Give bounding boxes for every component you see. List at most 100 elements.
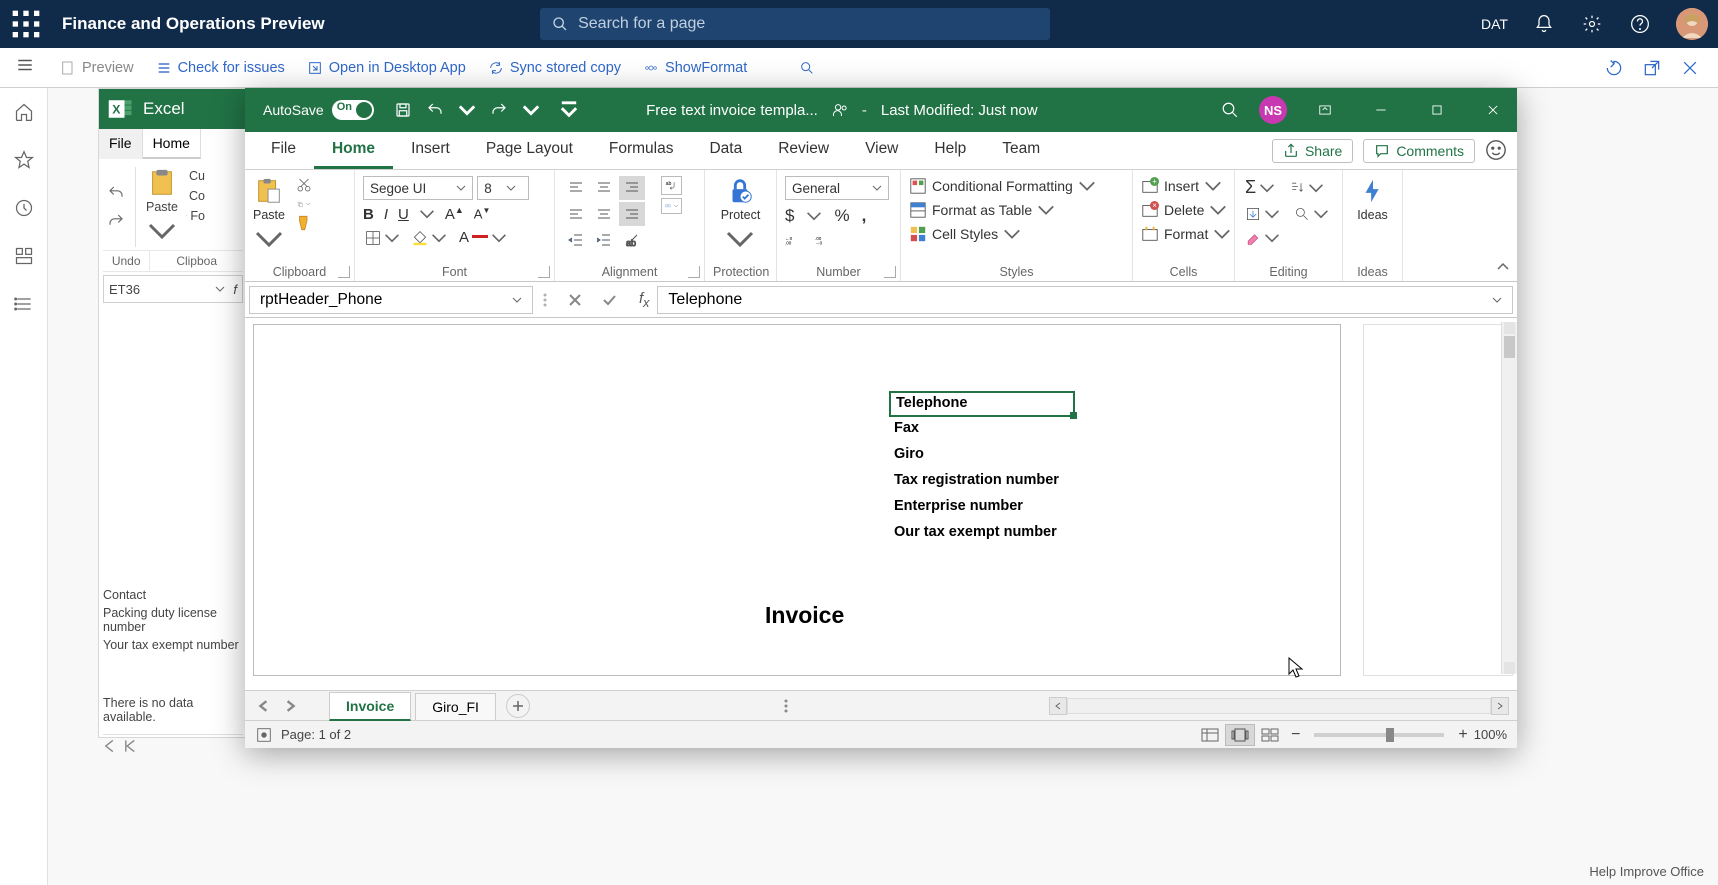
document-name[interactable]: Free text invoice templa... bbox=[646, 102, 818, 119]
protect-button[interactable]: Protect bbox=[721, 176, 761, 254]
format-cells-button[interactable]: Format bbox=[1141, 224, 1231, 244]
percent-icon[interactable]: % bbox=[834, 206, 849, 226]
close-icon[interactable] bbox=[1680, 58, 1700, 78]
vertical-scrollbar[interactable] bbox=[1501, 322, 1517, 674]
font-color-icon[interactable]: A bbox=[457, 228, 509, 247]
help-icon[interactable] bbox=[1628, 12, 1652, 36]
gear-icon[interactable] bbox=[1580, 12, 1604, 36]
close-button[interactable] bbox=[1475, 92, 1511, 128]
align-middle-left-icon[interactable] bbox=[563, 202, 589, 226]
undo-dropdown-icon[interactable] bbox=[458, 101, 476, 119]
normal-view-icon[interactable] bbox=[1195, 724, 1225, 746]
sheet-area[interactable]: Telephone Fax Giro Tax registration numb… bbox=[245, 318, 1517, 690]
fx-label[interactable]: fx bbox=[639, 290, 649, 310]
accept-formula-icon[interactable] bbox=[601, 292, 617, 308]
show-format-button[interactable]: ShowFormat bbox=[643, 60, 747, 76]
redo-dropdown-icon[interactable] bbox=[522, 101, 540, 119]
comments-button[interactable]: Comments bbox=[1363, 139, 1475, 163]
autosum-icon[interactable]: Σ bbox=[1243, 176, 1277, 199]
italic-button[interactable]: I bbox=[384, 206, 388, 223]
font-size-combo[interactable]: 8 bbox=[477, 176, 529, 200]
sync-button[interactable]: Sync stored copy bbox=[488, 60, 621, 76]
add-sheet-icon[interactable] bbox=[506, 694, 530, 718]
fill-icon[interactable] bbox=[1243, 205, 1282, 223]
borders-icon[interactable] bbox=[363, 229, 402, 247]
currency-dropdown-icon[interactable] bbox=[806, 208, 822, 224]
tab-insert[interactable]: Insert bbox=[393, 132, 468, 169]
maximize-button[interactable] bbox=[1419, 92, 1455, 128]
formula-input[interactable]: Telephone bbox=[657, 286, 1513, 314]
zoom-in-icon[interactable]: + bbox=[1458, 726, 1467, 744]
tab-home[interactable]: Home bbox=[314, 132, 393, 169]
cell-styles-button[interactable]: Cell Styles bbox=[909, 224, 1021, 244]
font-dialog-launcher[interactable] bbox=[538, 266, 550, 278]
number-dialog-launcher[interactable] bbox=[884, 266, 896, 278]
copy-icon[interactable] bbox=[295, 198, 313, 210]
hscroll-right-icon[interactable] bbox=[1491, 697, 1509, 715]
align-top-center-icon[interactable] bbox=[591, 176, 617, 200]
collapse-ribbon-icon[interactable] bbox=[1495, 259, 1511, 275]
tab-review[interactable]: Review bbox=[760, 132, 847, 169]
background-home-tab[interactable]: Home bbox=[143, 129, 201, 159]
align-top-right-icon[interactable] bbox=[619, 176, 645, 200]
sheet-tab-giro[interactable]: Giro_FI bbox=[415, 693, 496, 720]
undo-icon[interactable] bbox=[426, 101, 444, 119]
company-label[interactable]: DAT bbox=[1481, 16, 1508, 32]
background-cut-button[interactable]: Cu bbox=[184, 168, 207, 184]
undo-icon[interactable] bbox=[107, 184, 125, 202]
orientation-icon[interactable]: ab bbox=[619, 228, 645, 252]
align-top-left-icon[interactable] bbox=[563, 176, 589, 200]
merge-center-button[interactable] bbox=[661, 198, 682, 214]
global-search-input[interactable]: Search for a page bbox=[540, 8, 1050, 40]
redo-icon[interactable] bbox=[107, 212, 125, 230]
field-our-tax[interactable]: Our tax exempt number bbox=[894, 524, 1057, 540]
name-box[interactable]: rptHeader_Phone bbox=[249, 286, 533, 314]
font-name-combo[interactable]: Segoe UI bbox=[363, 176, 473, 200]
zoom-level[interactable]: 100% bbox=[1474, 727, 1507, 742]
scroll-down-icon[interactable] bbox=[1504, 662, 1515, 674]
page-layout-view-icon[interactable] bbox=[1225, 724, 1255, 746]
invoice-title[interactable]: Invoice bbox=[765, 602, 844, 629]
sheet-tab-invoice[interactable]: Invoice bbox=[329, 692, 411, 721]
tab-options-icon[interactable] bbox=[784, 698, 788, 714]
horizontal-scrollbar[interactable] bbox=[1049, 697, 1509, 715]
increase-indent-icon[interactable] bbox=[591, 228, 617, 252]
scroll-up-icon[interactable] bbox=[1504, 322, 1515, 334]
bold-button[interactable]: B bbox=[363, 206, 374, 223]
alignment-dialog-launcher[interactable] bbox=[688, 266, 700, 278]
decrease-indent-icon[interactable] bbox=[563, 228, 589, 252]
feedback-icon[interactable] bbox=[1485, 139, 1509, 163]
ribbon-display-icon[interactable] bbox=[1307, 92, 1343, 128]
tab-help[interactable]: Help bbox=[916, 132, 984, 169]
background-file-tab[interactable]: File bbox=[99, 129, 143, 159]
refresh-icon[interactable] bbox=[1604, 58, 1624, 78]
hscroll-left-icon[interactable] bbox=[1049, 697, 1067, 715]
format-painter-icon[interactable] bbox=[295, 214, 313, 232]
underline-dropdown-icon[interactable] bbox=[419, 206, 435, 222]
tab-page-layout[interactable]: Page Layout bbox=[468, 132, 591, 169]
page-break-view-icon[interactable] bbox=[1255, 724, 1285, 746]
underline-button[interactable]: U bbox=[398, 206, 409, 223]
selected-cell[interactable]: Telephone bbox=[889, 391, 1075, 417]
modules-icon[interactable] bbox=[12, 292, 36, 316]
delete-cells-button[interactable]: ×Delete bbox=[1141, 200, 1227, 220]
open-desktop-button[interactable]: Open in Desktop App bbox=[307, 60, 466, 76]
user-avatar[interactable] bbox=[1676, 8, 1708, 40]
app-launcher-icon[interactable] bbox=[10, 8, 42, 40]
find-select-icon[interactable] bbox=[1292, 205, 1331, 223]
tab-data[interactable]: Data bbox=[691, 132, 760, 169]
minimize-button[interactable] bbox=[1363, 92, 1399, 128]
user-initials-badge[interactable]: NS bbox=[1259, 96, 1287, 124]
align-middle-right-icon[interactable] bbox=[619, 202, 645, 226]
field-giro[interactable]: Giro bbox=[894, 446, 924, 462]
comma-icon[interactable]: , bbox=[862, 206, 867, 226]
help-improve-link[interactable]: Help Improve Office bbox=[1589, 864, 1704, 879]
hamburger-icon[interactable] bbox=[16, 56, 34, 78]
number-format-combo[interactable]: General bbox=[785, 176, 889, 200]
scroll-thumb[interactable] bbox=[1504, 336, 1515, 358]
tab-formulas[interactable]: Formulas bbox=[591, 132, 692, 169]
tab-view[interactable]: View bbox=[847, 132, 916, 169]
field-fax[interactable]: Fax bbox=[894, 420, 919, 436]
scroll-left-icon[interactable] bbox=[103, 739, 117, 753]
bell-icon[interactable] bbox=[1532, 12, 1556, 36]
